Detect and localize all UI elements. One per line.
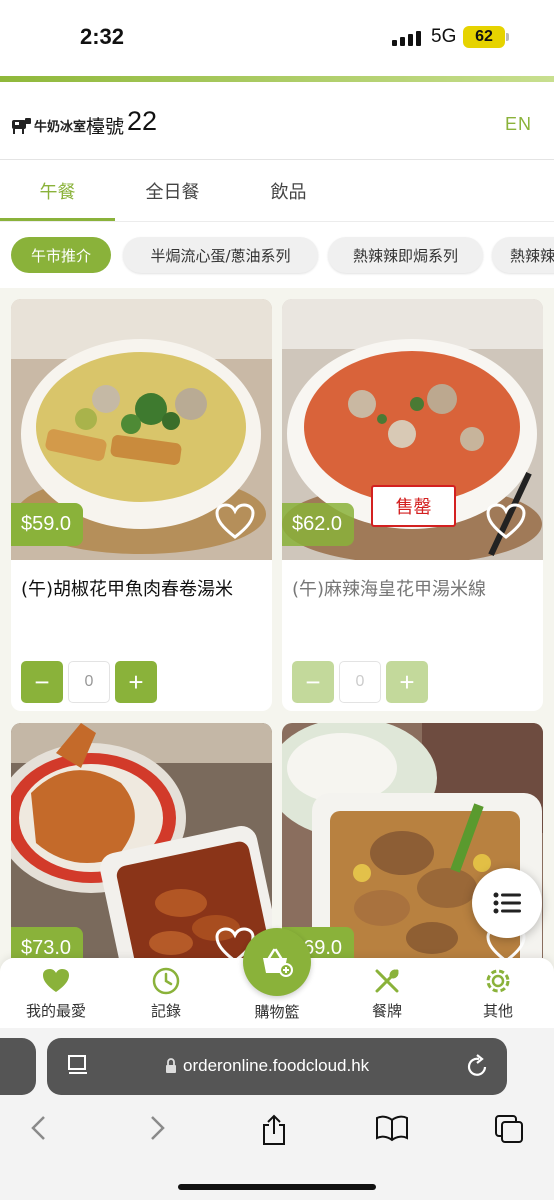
nav-history[interactable]: 記錄 (111, 966, 221, 1021)
price-tag: $62.0 (282, 503, 355, 546)
decrease-button[interactable]: − (21, 661, 63, 703)
pork-chop-image (11, 723, 272, 958)
tab-drinks[interactable]: 飲品 (231, 178, 346, 204)
home-indicator (178, 1184, 376, 1190)
table-label: 檯號 (86, 116, 125, 138)
quantity-value: 0 (339, 661, 381, 703)
status-time: 2:32 (80, 24, 125, 49)
price-tag: $73.0 (11, 927, 84, 958)
logo-text: 牛奶冰室 (34, 119, 87, 135)
list-icon (493, 892, 521, 914)
category-tabs: 午餐 全日餐 飲品 (0, 160, 554, 222)
browser-toolbar: orderonline.foodcloud.hk (0, 1028, 554, 1200)
product-image[interactable]: $62.0 售罄 (282, 299, 543, 560)
nav-history-label: 記錄 (150, 1002, 181, 1020)
utensils-icon (375, 969, 399, 993)
quantity-stepper: − 0 + (292, 661, 428, 703)
nav-others[interactable]: 其他 (443, 966, 553, 1021)
chip-hot-series[interactable]: 熱辣辣 (492, 237, 554, 273)
app-header: 牛奶冰室 檯號 22 EN (0, 82, 554, 160)
quantity-stepper: − 0 + (21, 661, 157, 703)
chip-soft-egg-series[interactable]: 半焗流心蛋/蔥油系列 (123, 237, 318, 273)
cow-icon (12, 118, 31, 134)
sold-out-badge: 售罄 (371, 485, 456, 527)
favorite-heart-icon[interactable] (485, 502, 527, 540)
network-type: 5G (431, 26, 457, 47)
increase-button: + (386, 661, 428, 703)
favorite-heart-icon[interactable] (214, 502, 256, 540)
product-card[interactable]: $59.0 (午)胡椒花甲魚肉春卷湯米 − 0 + (11, 299, 272, 711)
signal-icon (392, 28, 421, 46)
reload-icon[interactable] (465, 1053, 489, 1079)
forward-icon[interactable] (148, 1114, 168, 1142)
clock-icon (152, 967, 180, 995)
nav-menu-label: 餐牌 (371, 1002, 402, 1020)
product-grid: $59.0 (午)胡椒花甲魚肉春卷湯米 − 0 + $62.0 售罄 (午)麻辣… (0, 288, 554, 958)
tab-all-day[interactable]: 全日餐 (115, 178, 230, 204)
product-card[interactable]: $73.0 (11, 723, 272, 958)
product-name: (午)麻辣海皇花甲湯米線 (292, 579, 487, 600)
battery-icon: 62 (463, 26, 509, 48)
bookmarks-icon[interactable] (375, 1114, 409, 1142)
address-bar[interactable]: orderonline.foodcloud.hk (47, 1038, 507, 1095)
decrease-button: − (292, 661, 334, 703)
nav-others-label: 其他 (482, 1002, 513, 1020)
gear-icon (486, 969, 510, 993)
product-image[interactable]: $73.0 (11, 723, 272, 958)
increase-button[interactable]: + (115, 661, 157, 703)
battery-level: 62 (475, 28, 493, 45)
chip-baked-series[interactable]: 熱辣辣即焗系列 (328, 237, 483, 273)
nav-menu[interactable]: 餐牌 (332, 966, 442, 1021)
tab-active-indicator (0, 218, 115, 221)
tabs-icon[interactable] (494, 1114, 524, 1144)
nav-cart-label: 購物籃 (254, 1003, 300, 1021)
status-bar: 2:32 5G 62 (0, 0, 554, 76)
price-tag: $59.0 (11, 503, 84, 546)
quantity-value[interactable]: 0 (68, 661, 110, 703)
nav-favorites[interactable]: 我的最愛 (1, 966, 111, 1021)
tab-lunch[interactable]: 午餐 (0, 178, 115, 204)
product-image[interactable]: $59.0 (11, 299, 272, 560)
heart-icon (43, 969, 69, 992)
restaurant-logo: 牛奶冰室 (10, 114, 86, 136)
share-icon[interactable] (260, 1114, 288, 1146)
chip-lunch-recommend[interactable]: 午市推介 (11, 237, 111, 273)
product-card[interactable]: $62.0 售罄 (午)麻辣海皇花甲湯米線 − 0 + (282, 299, 543, 711)
lock-icon (166, 1058, 176, 1073)
basket-add-icon (263, 948, 293, 977)
language-toggle[interactable]: EN (505, 114, 532, 135)
menu-list-button[interactable] (472, 868, 542, 938)
page-menu-icon[interactable] (67, 1054, 89, 1078)
cart-button[interactable] (243, 928, 311, 996)
product-name: (午)胡椒花甲魚肉春卷湯米 (21, 579, 234, 600)
table-number: 22 (127, 106, 158, 136)
previous-tab[interactable] (0, 1038, 36, 1095)
back-icon[interactable] (28, 1114, 48, 1142)
url-text: orderonline.foodcloud.hk (183, 1056, 370, 1075)
subcategory-chips: 午市推介 半焗流心蛋/蔥油系列 熱辣辣即焗系列 熱辣辣 (0, 222, 554, 288)
nav-favorites-label: 我的最愛 (25, 1002, 86, 1020)
